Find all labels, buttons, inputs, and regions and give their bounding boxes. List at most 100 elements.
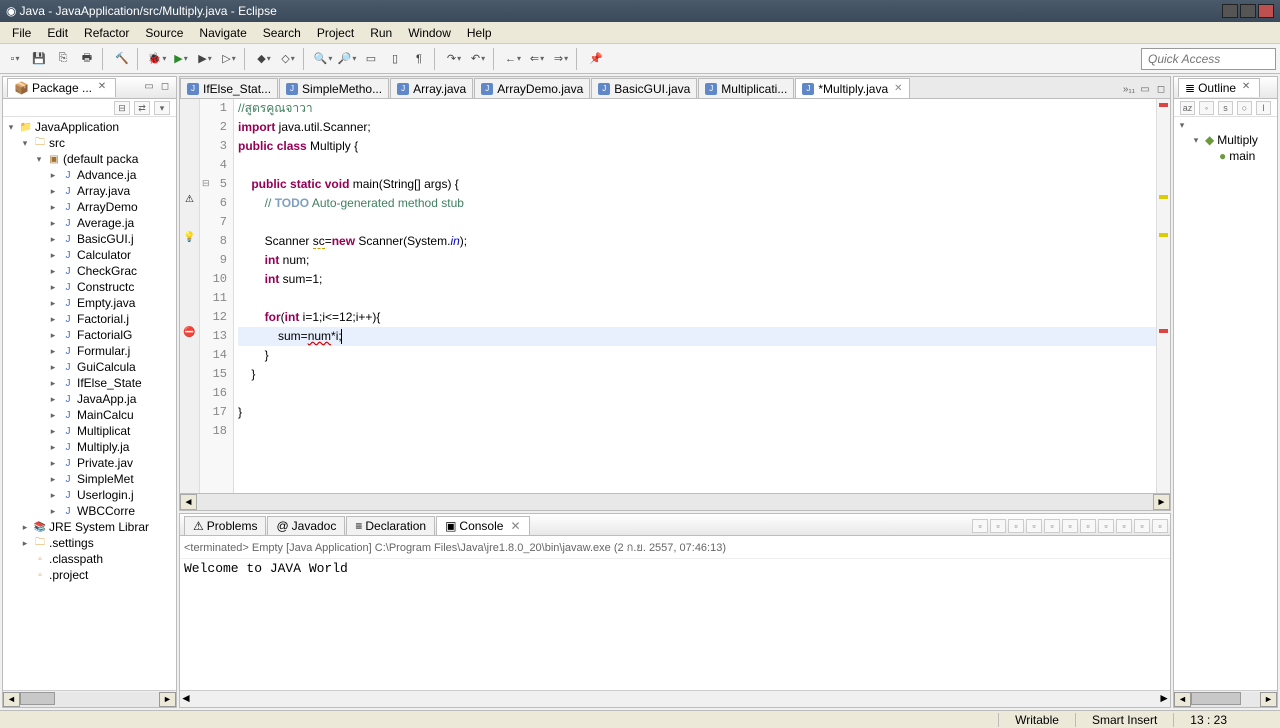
package-explorer-tab[interactable]: 📦 Package ... ✕ — [7, 78, 116, 97]
outline-item[interactable]: ▾◆Multiply — [1176, 132, 1275, 148]
menu-window[interactable]: Window — [400, 24, 459, 42]
toggle-mark-button[interactable]: ▯ — [384, 48, 406, 70]
settings-folder[interactable]: ▸🗀.settings — [5, 535, 174, 551]
tree-twisty-icon[interactable]: ▸ — [47, 394, 59, 405]
tree-twisty-icon[interactable]: ▸ — [47, 410, 59, 421]
java-file[interactable]: ▸JUserlogin.j — [5, 487, 174, 503]
print-button[interactable]: 🖶 — [76, 48, 98, 70]
tree-twisty-icon[interactable]: ▸ — [47, 266, 59, 277]
code-line[interactable] — [238, 156, 1156, 175]
editor-tab[interactable]: JArrayDemo.java — [474, 78, 590, 98]
java-file[interactable]: ▸JIfElse_State — [5, 375, 174, 391]
java-file[interactable]: ▸JArray.java — [5, 183, 174, 199]
code-line[interactable]: } — [238, 365, 1156, 384]
tree-twisty-icon[interactable]: ▸ — [47, 282, 59, 293]
view-menu-button[interactable]: ▾ — [154, 101, 170, 115]
close-window-button[interactable] — [1258, 4, 1274, 18]
console-output[interactable]: Welcome to JAVA World — [180, 559, 1170, 690]
gutter-marker-icon[interactable]: ⚠ — [180, 194, 199, 213]
collapse-all-button[interactable]: ⊟ — [114, 101, 130, 115]
code-line[interactable]: } — [238, 403, 1156, 422]
minimize-button[interactable] — [1222, 4, 1238, 18]
code-line[interactable]: sum=num*i; — [238, 327, 1156, 346]
sort-button[interactable]: az — [1180, 101, 1195, 115]
tree-twisty-icon[interactable]: ▸ — [47, 346, 59, 357]
terminate-button[interactable]: ▫ — [972, 519, 988, 533]
java-file[interactable]: ▸JPrivate.jav — [5, 455, 174, 471]
java-file[interactable]: ▸JWBCCorre — [5, 503, 174, 519]
build-button[interactable]: 🔨 — [111, 48, 133, 70]
scroll-right-button[interactable]: ► — [1153, 494, 1170, 510]
code-line[interactable] — [238, 289, 1156, 308]
last-edit-button[interactable]: ← — [502, 48, 524, 70]
java-file[interactable]: ▸JJavaApp.ja — [5, 391, 174, 407]
tree-twisty-icon[interactable]: ▾ — [19, 138, 31, 149]
overview-ruler[interactable] — [1156, 99, 1170, 493]
hide-local-button[interactable]: l — [1256, 101, 1271, 115]
close-tab-icon[interactable]: ✕ — [510, 519, 520, 533]
code-line[interactable] — [238, 384, 1156, 403]
remove-launch-button[interactable]: ▫ — [990, 519, 1006, 533]
min-button[interactable]: ▫ — [1134, 519, 1150, 533]
tree-twisty-icon[interactable]: ▸ — [47, 330, 59, 341]
menu-help[interactable]: Help — [459, 24, 500, 42]
tree-twisty-icon[interactable]: ▸ — [47, 506, 59, 517]
panel-tab-problems[interactable]: ⚠Problems — [184, 516, 266, 535]
java-file[interactable]: ▸JBasicGUI.j — [5, 231, 174, 247]
error-marker-icon[interactable] — [1159, 103, 1168, 107]
code-line[interactable]: } — [238, 346, 1156, 365]
java-file[interactable]: ▸JGuiCalcula — [5, 359, 174, 375]
java-file[interactable]: ▸JConstructc — [5, 279, 174, 295]
maximize-editor-button[interactable]: ◻ — [1154, 84, 1168, 98]
pin-button[interactable]: 📌 — [585, 48, 607, 70]
editor-tab[interactable]: JSimpleMetho... — [279, 78, 389, 98]
java-file[interactable]: ▸JEmpty.java — [5, 295, 174, 311]
code-editor[interactable]: ⚠💡⛔ 123456789101112131415161718 //สูตรคู… — [179, 98, 1171, 494]
tree-twisty-icon[interactable]: ▸ — [19, 538, 31, 549]
maximize-view-button[interactable]: ◻ — [158, 81, 172, 95]
code-line[interactable]: int sum=1; — [238, 270, 1156, 289]
save-button[interactable]: 💾 — [28, 48, 50, 70]
display-button[interactable]: ▫ — [1098, 519, 1114, 533]
tree-twisty-icon[interactable]: ▸ — [19, 522, 31, 533]
project-node[interactable]: ▾📁JavaApplication — [5, 119, 174, 135]
gutter-marker-icon[interactable]: ⛔ — [180, 327, 199, 346]
tree-twisty-icon[interactable]: ▸ — [47, 234, 59, 245]
show-whitespace-button[interactable]: ¶ — [408, 48, 430, 70]
back-button[interactable]: ⇐ — [526, 48, 548, 70]
maximize-button[interactable] — [1240, 4, 1256, 18]
scroll-left-button[interactable]: ◄ — [1174, 692, 1191, 707]
tree-twisty-icon[interactable]: ▸ — [47, 378, 59, 389]
code-line[interactable]: import java.util.Scanner; — [238, 118, 1156, 137]
outline-tab[interactable]: ≣ Outline ✕ — [1178, 78, 1260, 97]
scroll-right-button[interactable]: ► — [1260, 692, 1277, 707]
tree-twisty-icon[interactable]: ▸ — [47, 458, 59, 469]
code-line[interactable]: // TODO Auto-generated method stub — [238, 194, 1156, 213]
open-type-button[interactable]: 🔍 — [312, 48, 334, 70]
tab-overflow-button[interactable]: »₁₁ — [1122, 84, 1136, 98]
java-file[interactable]: ▸JCheckGrac — [5, 263, 174, 279]
prev-annotation-button[interactable]: ↶ — [467, 48, 489, 70]
java-file[interactable]: ▸JAdvance.ja — [5, 167, 174, 183]
hide-fields-button[interactable]: ◦ — [1199, 101, 1214, 115]
editor-tab[interactable]: JIfElse_Stat... — [180, 78, 278, 98]
outline-hscrollbar[interactable]: ◄ ► — [1174, 690, 1277, 707]
classpath-file[interactable]: ▫.classpath — [5, 551, 174, 567]
run-button[interactable]: ▶ — [170, 48, 192, 70]
tree-twisty-icon[interactable]: ▸ — [47, 202, 59, 213]
java-file[interactable]: ▸JMultiplicat — [5, 423, 174, 439]
tree-twisty-icon[interactable]: ▸ — [47, 186, 59, 197]
tree-twisty-icon[interactable]: ▸ — [47, 362, 59, 373]
menu-search[interactable]: Search — [255, 24, 309, 42]
editor-tab[interactable]: JArray.java — [390, 78, 473, 98]
tree-twisty-icon[interactable]: ▾ — [5, 122, 17, 133]
console-hscrollbar[interactable]: ◄ ► — [180, 690, 1170, 707]
warning-marker-icon[interactable] — [1159, 233, 1168, 237]
menu-navigate[interactable]: Navigate — [191, 24, 254, 42]
java-file[interactable]: ▸JCalculator — [5, 247, 174, 263]
code-line[interactable]: Scanner sc=new Scanner(System.in); — [238, 232, 1156, 251]
tree-twisty-icon[interactable]: ▸ — [47, 314, 59, 325]
minimize-editor-button[interactable]: ▭ — [1138, 84, 1152, 98]
editor-tab[interactable]: JBasicGUI.java — [591, 78, 697, 98]
jre-library[interactable]: ▸📚JRE System Librar — [5, 519, 174, 535]
